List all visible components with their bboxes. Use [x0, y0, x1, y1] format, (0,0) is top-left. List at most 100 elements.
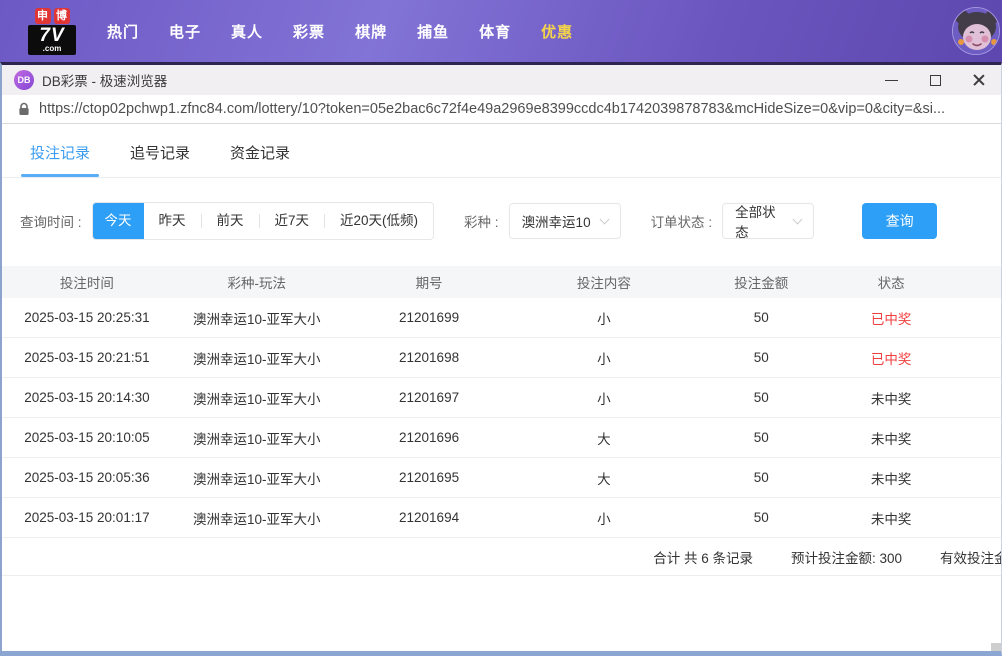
bet-issue: 21201695	[342, 470, 517, 485]
bet-time: 2025-03-15 20:05:36	[2, 470, 172, 485]
logo-suffix: .com	[30, 45, 74, 53]
header-amount: 投注金额	[691, 272, 831, 292]
time-option-7days[interactable]: 近7天	[260, 203, 325, 239]
logo-wordmark: 7V .com	[28, 25, 76, 55]
logo-badge-shen: 申	[35, 8, 51, 24]
bet-time: 2025-03-15 20:21:51	[2, 350, 172, 365]
logo-badges: 申 博	[28, 8, 76, 24]
bet-game: 澳洲幸运10-亚军大小	[172, 308, 342, 328]
bet-status: 已中奖	[831, 308, 951, 328]
scrollbar-corner[interactable]	[991, 643, 1001, 651]
bet-time: 2025-03-15 20:25:31	[2, 310, 172, 325]
bet-amount: 50	[691, 350, 831, 365]
bet-content: 大	[516, 428, 691, 448]
browser-window: DB DB彩票 - 极速浏览器 https://ctop02pchwp1.zfn…	[0, 62, 1002, 656]
summary-expected-amount: 预计投注金额: 300	[791, 547, 902, 567]
tab-bet-records[interactable]: 投注记录	[30, 142, 90, 177]
bet-status: 未中奖	[831, 508, 951, 528]
menu-item-slots[interactable]: 电子	[154, 21, 216, 42]
header-game-play: 彩种-玩法	[172, 272, 342, 292]
site-logo[interactable]: 申 博 7V .com	[28, 8, 76, 55]
bet-content: 小	[516, 388, 691, 408]
bet-game: 澳洲幸运10-亚军大小	[172, 468, 342, 488]
table-row: 2025-03-15 20:14:30 澳洲幸运10-亚军大小 21201697…	[2, 378, 1001, 418]
bet-status: 未中奖	[831, 468, 951, 488]
time-option-day-before[interactable]: 前天	[202, 203, 259, 239]
lock-icon	[18, 102, 30, 116]
maximize-button[interactable]	[913, 65, 957, 95]
time-range-group: 今天 昨天 前天 近7天 近20天(低频)	[92, 202, 435, 240]
bet-status: 未中奖	[831, 388, 951, 408]
bet-content: 小	[516, 508, 691, 528]
db-favicon: DB	[14, 70, 34, 90]
summary-total-records: 合计 共 6 条记录	[653, 547, 753, 567]
maximize-icon	[930, 75, 941, 86]
lottery-type-select[interactable]: 澳洲幸运10	[509, 203, 621, 239]
header-content: 投注内容	[516, 272, 691, 292]
time-option-today[interactable]: 今天	[93, 202, 144, 240]
summary-valid-amount: 有效投注金额	[940, 547, 1002, 567]
chevron-down-icon	[599, 215, 609, 225]
bet-time: 2025-03-15 20:14:30	[2, 390, 172, 405]
bet-issue: 21201698	[342, 350, 517, 365]
bet-status: 已中奖	[831, 348, 951, 368]
bet-amount: 50	[691, 510, 831, 525]
table-row: 2025-03-15 20:01:17 澳洲幸运10-亚军大小 21201694…	[2, 498, 1001, 538]
header-issue: 期号	[342, 272, 517, 292]
query-time-label: 查询时间 :	[20, 211, 82, 231]
menu-item-cards[interactable]: 棋牌	[340, 21, 402, 42]
bet-issue: 21201697	[342, 390, 517, 405]
window-titlebar: DB DB彩票 - 极速浏览器	[2, 65, 1001, 95]
menu-item-live[interactable]: 真人	[216, 21, 278, 42]
main-menu: 热门 电子 真人 彩票 棋牌 捕鱼 体育 优惠	[92, 21, 588, 42]
address-bar[interactable]: https://ctop02pchwp1.zfnc84.com/lottery/…	[2, 95, 1001, 124]
search-button[interactable]: 查询	[862, 203, 937, 239]
record-tabs: 投注记录 追号记录 资金记录	[2, 124, 1001, 178]
table-row: 2025-03-15 20:10:05 澳洲幸运10-亚军大小 21201696…	[2, 418, 1001, 458]
window-title: DB彩票 - 极速浏览器	[42, 70, 167, 90]
order-status-select[interactable]: 全部状态	[722, 203, 814, 239]
close-icon	[972, 73, 986, 87]
logo-name: 7V	[30, 26, 74, 45]
chevron-down-icon	[793, 215, 803, 225]
bet-time: 2025-03-15 20:10:05	[2, 430, 172, 445]
bet-game: 澳洲幸运10-亚军大小	[172, 388, 342, 408]
minimize-button[interactable]	[869, 65, 913, 95]
bet-status: 未中奖	[831, 428, 951, 448]
table-summary-row: 合计 共 6 条记录 预计投注金额: 300 有效投注金额	[2, 538, 1002, 576]
menu-item-promo[interactable]: 优惠	[526, 21, 588, 42]
menu-item-sports[interactable]: 体育	[464, 21, 526, 42]
table-row: 2025-03-15 20:25:31 澳洲幸运10-亚军大小 21201699…	[2, 298, 1001, 338]
bet-content: 大	[516, 468, 691, 488]
bet-game: 澳洲幸运10-亚军大小	[172, 508, 342, 528]
top-navbar: 申 博 7V .com 热门 电子 真人 彩票 棋牌 捕鱼 体育 优惠	[0, 0, 1002, 62]
minimize-icon	[885, 80, 898, 81]
logo-badge-bo: 博	[54, 8, 70, 24]
tab-chase-records[interactable]: 追号记录	[130, 142, 190, 177]
window-controls	[869, 65, 1001, 95]
lottery-type-value: 澳洲幸运10	[522, 211, 591, 231]
tab-fund-records[interactable]: 资金记录	[230, 142, 290, 177]
bet-records-table: 投注时间 彩种-玩法 期号 投注内容 投注金额 状态 2025-03-15 20…	[2, 266, 1001, 576]
order-status-label: 订单状态 :	[651, 211, 713, 231]
bet-issue: 21201699	[342, 310, 517, 325]
menu-item-hot[interactable]: 热门	[92, 21, 154, 42]
time-option-20days[interactable]: 近20天(低频)	[325, 203, 433, 239]
table-row: 2025-03-15 20:05:36 澳洲幸运10-亚军大小 21201695…	[2, 458, 1001, 498]
url-text: https://ctop02pchwp1.zfnc84.com/lottery/…	[39, 101, 945, 117]
header-bet-time: 投注时间	[2, 272, 172, 292]
header-status: 状态	[831, 272, 951, 292]
user-avatar[interactable]	[952, 7, 1000, 55]
menu-item-lottery[interactable]: 彩票	[278, 21, 340, 42]
close-button[interactable]	[957, 65, 1001, 95]
bet-content: 小	[516, 308, 691, 328]
order-status-value: 全部状态	[735, 201, 786, 241]
table-header-row: 投注时间 彩种-玩法 期号 投注内容 投注金额 状态	[2, 266, 1001, 298]
bet-issue: 21201696	[342, 430, 517, 445]
menu-item-fishing[interactable]: 捕鱼	[402, 21, 464, 42]
bet-game: 澳洲幸运10-亚军大小	[172, 428, 342, 448]
bet-amount: 50	[691, 430, 831, 445]
lottery-type-label: 彩种 :	[464, 211, 499, 231]
time-option-yesterday[interactable]: 昨天	[144, 203, 201, 239]
table-row: 2025-03-15 20:21:51 澳洲幸运10-亚军大小 21201698…	[2, 338, 1001, 378]
